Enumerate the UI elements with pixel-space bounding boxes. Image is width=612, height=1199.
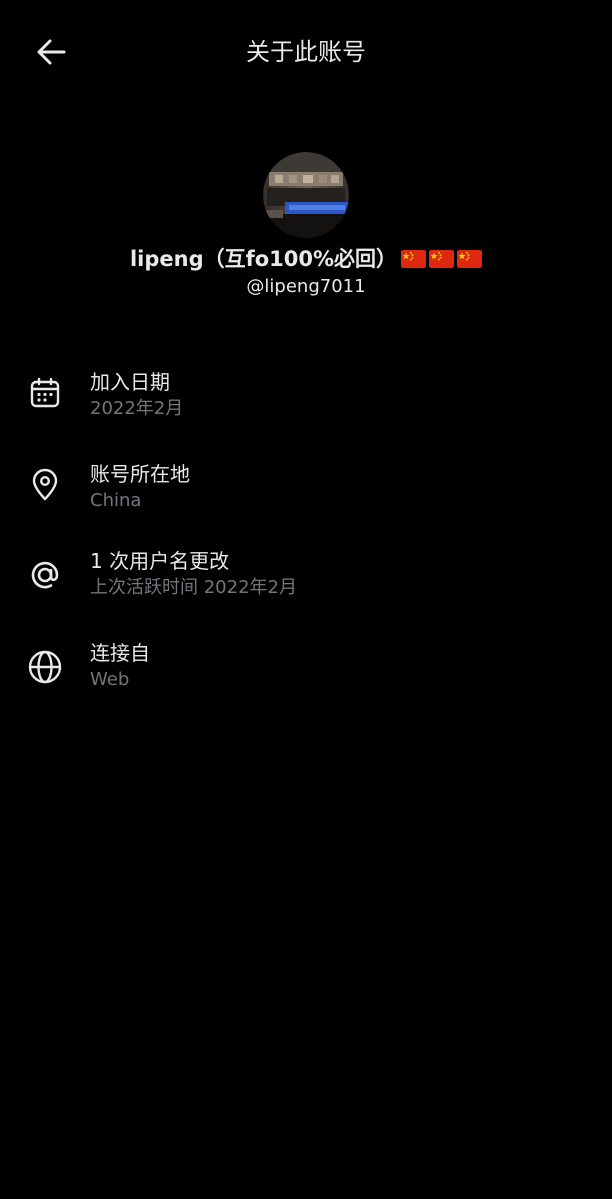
globe-icon [24,646,66,688]
list-item-join-date: 加入日期 2022年2月 [0,350,612,440]
profile-summary: lipeng（互fo100%必回） @lipeng7011 [0,152,612,299]
info-value: 2022年2月 [90,398,184,419]
china-flag-icon [401,250,427,268]
display-name-row: lipeng（互fo100%必回） [0,244,612,274]
info-label: 1 次用户名更改 [90,549,230,573]
info-label: 加入日期 [90,370,170,394]
list-item-connected-via: 连接自 Web [0,620,612,710]
avatar-image [263,152,349,238]
at-sign-icon [24,554,66,596]
china-flag-icon [457,250,483,268]
china-flag-emojis [401,250,483,268]
list-item-account-location: 账号所在地 China [0,440,612,530]
info-value: 上次活跃时间 2022年2月 [90,577,297,598]
account-info-list: 加入日期 2022年2月 账号所在地 China 1 次用户名更改 上次活跃时间… [0,350,612,710]
info-value: Web [90,669,130,690]
info-label: 连接自 [90,641,150,665]
username-handle: @lipeng7011 [246,276,366,297]
info-value: China [90,490,142,511]
calendar-icon [24,372,66,414]
avatar[interactable] [263,152,349,238]
page-title: 关于此账号 [246,38,366,66]
top-app-bar: 关于此账号 [0,0,612,104]
info-label: 账号所在地 [90,462,190,486]
list-item-username-changes: 1 次用户名更改 上次活跃时间 2022年2月 [0,530,612,620]
display-name: lipeng（互fo100%必回） [129,247,398,271]
china-flag-icon [429,250,455,268]
location-pin-icon [24,464,66,506]
